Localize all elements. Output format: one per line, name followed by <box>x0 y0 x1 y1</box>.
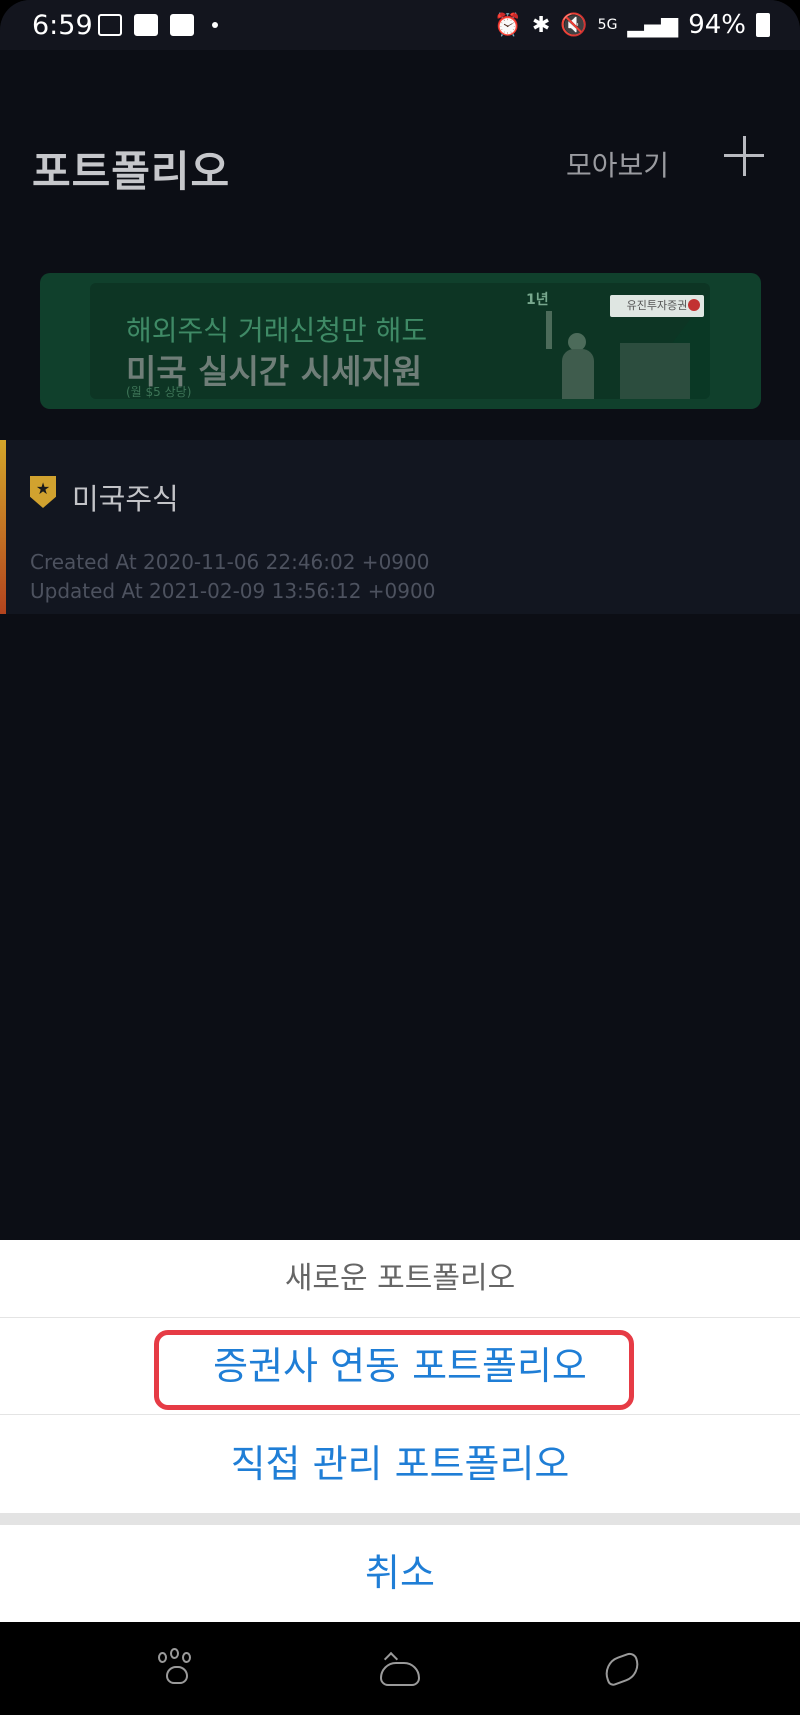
brand-logo-icon <box>688 299 700 311</box>
brand-name: 유진투자증권 <box>626 299 688 312</box>
action-sheet-title: 새로운 포트폴리오 <box>0 1240 800 1318</box>
message-icon <box>170 14 194 36</box>
banner-badge: 1년 <box>526 292 549 308</box>
banner-image: 해외주식 거래신청만 해도 미국 실시간 시세지원 (월 $5 상당) 1년 유… <box>90 283 710 399</box>
status-time: 6:59 <box>32 10 93 41</box>
portfolio-created: Created At 2020-11-06 22:46:02 +0900 <box>30 550 430 574</box>
bottom-nav <box>0 1622 800 1715</box>
mute-icon: 🔇 <box>560 12 588 38</box>
battery-icon <box>756 13 770 37</box>
bluetooth-icon: ✱ <box>531 12 551 38</box>
cat-bowl-icon[interactable] <box>378 1648 422 1688</box>
ad-banner[interactable]: 해외주식 거래신청만 해도 미국 실시간 시세지원 (월 $5 상당) 1년 유… <box>40 273 761 409</box>
paw-icon[interactable] <box>154 1648 198 1688</box>
plus-icon[interactable] <box>722 134 766 178</box>
battery-percent: 94% <box>688 10 746 40</box>
highlight-box <box>154 1330 634 1410</box>
signal-icon: ▂▄▆ <box>627 12 679 38</box>
action-sheet-divider <box>0 1513 800 1525</box>
more-notifications-icon <box>212 22 218 28</box>
banner-line1: 해외주식 거래신청만 해도 <box>126 314 428 347</box>
alarm-icon: ⏰ <box>494 12 522 38</box>
manual-portfolio-button[interactable]: 직접 관리 포트폴리오 <box>0 1416 800 1513</box>
status-bar: 6:59 ⏰ ✱ 🔇 5G ▂▄▆ 94% <box>0 0 800 50</box>
portfolio-updated: Updated At 2021-02-09 13:56:12 +0900 <box>30 579 436 603</box>
action-sheet: 새로운 포트폴리오 증권사 연동 포트폴리오 직접 관리 포트폴리오 취소 <box>0 1240 800 1622</box>
portfolio-item[interactable]: ★ 미국주식 Created At 2020-11-06 22:46:02 +0… <box>0 440 800 614</box>
gallery-icon <box>98 14 122 36</box>
star-icon: ★ <box>35 479 51 498</box>
cancel-button[interactable]: 취소 <box>0 1525 800 1622</box>
view-all-link[interactable]: 모아보기 <box>566 144 669 184</box>
app-notification-icon <box>134 14 158 36</box>
notification-icons <box>98 14 218 36</box>
portfolio-accent-bar <box>0 440 6 614</box>
system-icons: ⏰ ✱ 🔇 5G ▂▄▆ 94% <box>494 10 770 40</box>
banner-note: (월 $5 상당) <box>126 385 192 399</box>
cat-leap-icon[interactable] <box>600 1648 644 1688</box>
portfolio-name: 미국주식 <box>72 482 179 516</box>
brand-logo: 유진투자증권 <box>610 295 704 317</box>
statue-of-liberty-icon <box>538 311 618 399</box>
app-screen: 6:59 ⏰ ✱ 🔇 5G ▂▄▆ 94% 포트폴리오 모아보기 해외주식 거래… <box>0 0 800 1715</box>
building-icon <box>620 343 690 399</box>
page-title: 포트폴리오 <box>32 147 231 196</box>
network-icon: 5G <box>597 17 618 33</box>
